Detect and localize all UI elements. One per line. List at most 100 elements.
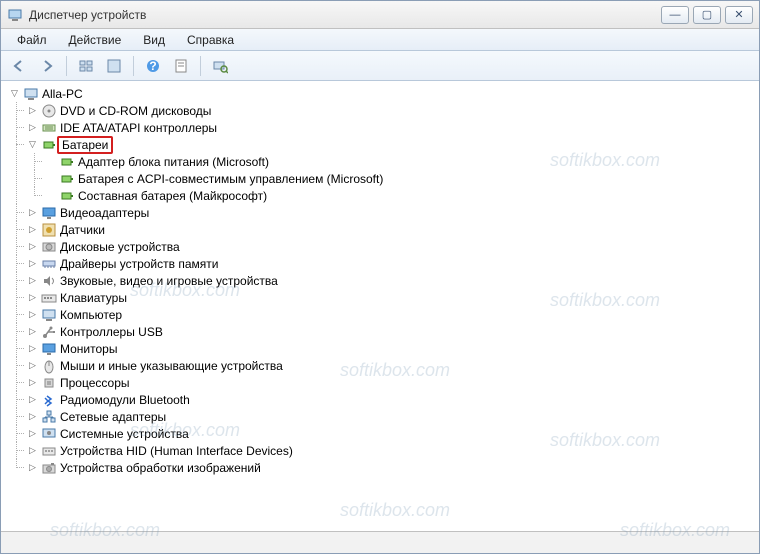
tree-item[interactable]: ▷ IDE ATA/ATAPI контроллеры xyxy=(25,119,757,136)
expand-icon[interactable]: ▷ xyxy=(27,394,38,405)
expand-icon[interactable]: ▷ xyxy=(27,309,38,320)
tree-item[interactable]: ▷ Контроллеры USB xyxy=(25,323,757,340)
ide-icon xyxy=(41,120,57,136)
computer-icon xyxy=(41,307,57,323)
sound-icon xyxy=(41,273,57,289)
tree-item-label: Сетевые адаптеры xyxy=(60,410,166,424)
tree-item[interactable]: Составная батарея (Майкрософт) xyxy=(43,187,757,204)
tree-item-label: Мыши и иные указывающие устройства xyxy=(60,359,283,373)
expand-icon[interactable]: ▷ xyxy=(27,275,38,286)
tree-item[interactable]: ▷ Мыши и иные указывающие устройства xyxy=(25,357,757,374)
system-icon xyxy=(41,426,57,442)
tree-item[interactable]: ▷Устройства обработки изображений xyxy=(25,459,757,476)
tree-item-label: Батареи xyxy=(57,136,113,154)
tree-item[interactable]: Адаптер блока питания (Microsoft) xyxy=(43,153,757,170)
expand-icon[interactable]: ▷ xyxy=(27,377,38,388)
expand-icon[interactable]: ▷ xyxy=(27,224,38,235)
tree-item[interactable]: ▷ Компьютер xyxy=(25,306,757,323)
tree-item[interactable]: ▷ Радиомодули Bluetooth xyxy=(25,391,757,408)
back-button[interactable] xyxy=(7,54,31,78)
tree-item[interactable]: ▷ Системные устройства xyxy=(25,425,757,442)
toolbar-separator xyxy=(66,56,67,76)
tree-item[interactable]: ▷ Датчики xyxy=(25,221,757,238)
expand-icon[interactable]: ▷ xyxy=(27,445,38,456)
tree-item-label: Дисковые устройства xyxy=(60,240,180,254)
menu-file[interactable]: Файл xyxy=(7,31,57,49)
tree-item[interactable]: ▷Процессоры xyxy=(25,374,757,391)
tree-item-label: DVD и CD-ROM дисководы xyxy=(60,104,211,118)
tree-item[interactable]: ▽ Батареи xyxy=(25,136,757,153)
tree-item-label: Компьютер xyxy=(60,308,122,322)
forward-button[interactable] xyxy=(35,54,59,78)
maximize-button[interactable]: ▢ xyxy=(693,6,721,24)
svg-text:?: ? xyxy=(149,59,156,73)
tree-item[interactable]: ▷ Мониторы xyxy=(25,340,757,357)
help-button[interactable]: ? xyxy=(141,54,165,78)
device-tree[interactable]: ▽ Alla-PC ▷ DVD и CD-ROM дисководы ▷ IDE AT… xyxy=(1,81,759,531)
view-small-button[interactable] xyxy=(74,54,98,78)
expand-icon[interactable]: ▷ xyxy=(27,105,38,116)
menu-help[interactable]: Справка xyxy=(177,31,244,49)
tree-root[interactable]: ▽ Alla-PC xyxy=(7,85,757,102)
computer-icon xyxy=(23,86,39,102)
tree-item[interactable]: ▷ Драйверы устройств памяти xyxy=(25,255,757,272)
tree-item[interactable]: ▷ Устройства HID (Human Interface Devices… xyxy=(25,442,757,459)
tree-item-label: Радиомодули Bluetooth xyxy=(60,393,190,407)
no-expand xyxy=(45,156,56,167)
no-expand xyxy=(45,190,56,201)
toolbar-separator xyxy=(133,56,134,76)
tree-item[interactable]: ▷ Сетевые адаптеры xyxy=(25,408,757,425)
expand-icon[interactable]: ▷ xyxy=(27,292,38,303)
tree-item[interactable]: ▷ Клавиатуры xyxy=(25,289,757,306)
view-large-button[interactable] xyxy=(102,54,126,78)
expand-icon[interactable]: ▷ xyxy=(27,360,38,371)
titlebar[interactable]: Диспетчер устройств — ▢ ✕ xyxy=(1,1,759,29)
tree-item-label: Датчики xyxy=(60,223,105,237)
tree-item-label: Контроллеры USB xyxy=(60,325,163,339)
expand-icon[interactable]: ▷ xyxy=(27,462,38,473)
minimize-button[interactable]: — xyxy=(661,6,689,24)
tree-item-label: Устройства HID (Human Interface Devices) xyxy=(60,444,293,458)
statusbar xyxy=(1,531,759,553)
disc-icon xyxy=(41,103,57,119)
tree-item-label: Видеоадаптеры xyxy=(60,206,149,220)
cpu-icon xyxy=(41,375,57,391)
expand-icon[interactable]: ▷ xyxy=(27,428,38,439)
close-button[interactable]: ✕ xyxy=(725,6,753,24)
expand-icon[interactable]: ▷ xyxy=(27,411,38,422)
expand-icon[interactable]: ▷ xyxy=(27,122,38,133)
tree-item[interactable]: ▷ Дисковые устройства xyxy=(25,238,757,255)
display-icon xyxy=(41,205,57,221)
tree-item[interactable]: Батарея с ACPI-совместимым управлением (… xyxy=(43,170,757,187)
properties-button[interactable] xyxy=(169,54,193,78)
tree-item-label: Клавиатуры xyxy=(60,291,127,305)
window-title: Диспетчер устройств xyxy=(29,8,661,22)
expand-icon[interactable]: ▷ xyxy=(27,326,38,337)
hid-icon xyxy=(41,443,57,459)
tree-item[interactable]: ▷ Звуковые, видео и игровые устройства xyxy=(25,272,757,289)
battery-icon xyxy=(59,171,75,187)
expand-icon[interactable]: ▷ xyxy=(27,343,38,354)
tree-item-label: Драйверы устройств памяти xyxy=(60,257,218,271)
menu-action[interactable]: Действие xyxy=(59,31,132,49)
battery-icon xyxy=(41,137,57,153)
tree-item-label: IDE ATA/ATAPI контроллеры xyxy=(60,121,217,135)
tree-item-label: Звуковые, видео и игровые устройства xyxy=(60,274,278,288)
window-buttons: — ▢ ✕ xyxy=(661,6,753,24)
collapse-icon[interactable]: ▽ xyxy=(9,88,20,99)
tree-item[interactable]: ▷ Видеоадаптеры xyxy=(25,204,757,221)
expand-icon[interactable]: ▷ xyxy=(27,207,38,218)
menu-view[interactable]: Вид xyxy=(133,31,175,49)
collapse-icon[interactable]: ▽ xyxy=(27,139,38,150)
expand-icon[interactable]: ▷ xyxy=(27,258,38,269)
tree-item[interactable]: ▷ DVD и CD-ROM дисководы xyxy=(25,102,757,119)
tree-item-label: Мониторы xyxy=(60,342,117,356)
expand-icon[interactable]: ▷ xyxy=(27,241,38,252)
scan-button[interactable] xyxy=(208,54,232,78)
no-expand xyxy=(45,173,56,184)
battery-icon xyxy=(59,188,75,204)
battery-icon xyxy=(59,154,75,170)
tree-item-label: Системные устройства xyxy=(60,427,189,441)
monitor-icon xyxy=(41,341,57,357)
tree-item-label: Адаптер блока питания (Microsoft) xyxy=(78,155,269,169)
